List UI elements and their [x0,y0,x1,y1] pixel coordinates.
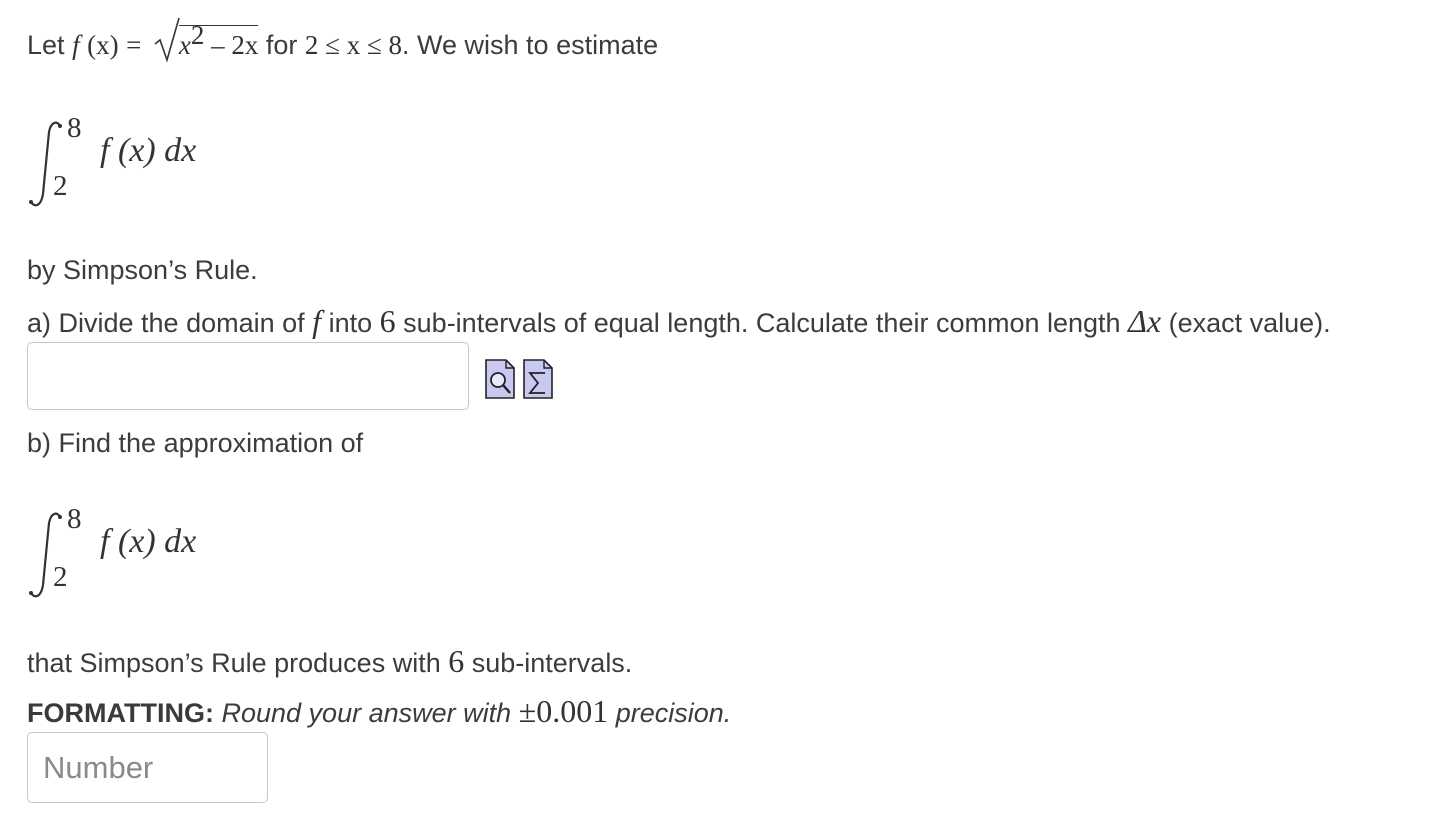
part-a-suffix: (exact value). [1168,308,1331,338]
lower-limit: 2 [53,561,68,593]
problem-statement: Let f (x) = x2 – 2x for 2 ≤ x ≤ 8. We wi… [27,17,659,70]
upper-limit: 8 [67,112,82,144]
part-b-followup: that Simpson’s Rule produces with 6 sub-… [27,640,632,684]
part-a-prefix: a) Divide the domain of [27,308,305,338]
square-root: x2 – 2x [153,17,259,70]
formatting-note: FORMATTING: Round your answer with ±0.00… [27,690,731,734]
let-text: Let [27,30,65,60]
radical-icon [154,17,180,63]
precision-value: ±0.001 [518,693,609,729]
delta-x: Δx [1128,303,1162,339]
lower-limit: 2 [53,170,68,202]
part-b-prompt: b) Find the approximation of [27,428,364,458]
formatting-label: FORMATTING: [27,698,214,728]
equals-sign: = [126,30,142,60]
formatting-text-end: precision. [615,698,732,728]
integrand: f (x) dx [100,523,197,560]
for-text: for [265,30,298,60]
part-a-middle: sub-intervals of equal length. Calculate… [403,308,1121,338]
by-simpson-text: by Simpson’s Rule. [27,255,258,285]
upper-limit: 8 [67,503,82,535]
part-b-answer-input[interactable] [27,732,268,803]
function-f: f [72,30,80,60]
integrand: f (x) dx [100,132,197,169]
part-a-function: f [312,303,322,339]
part-b-after-suffix: sub-intervals. [471,648,633,678]
definite-integral: 8 2 f (x) dx [27,503,267,607]
part-a-into: into [328,308,373,338]
function-arg: (x) [87,30,119,60]
preview-icon[interactable] [484,358,516,400]
part-a-prompt: a) Divide the domain of f into 6 sub-int… [27,300,1331,344]
domain-range: 2 ≤ x ≤ 8 [304,30,403,60]
part-b-after-prefix: that Simpson’s Rule produces with [27,648,441,678]
formatting-text: Round your answer with [221,698,512,728]
equation-editor-icon[interactable] [522,358,554,400]
part-a-count: 6 [379,303,396,339]
radicand: x2 – 2x [178,20,259,60]
part-b-count: 6 [448,643,465,679]
estimate-text: . We wish to estimate [402,30,659,60]
part-a-answer-input[interactable] [27,342,469,410]
definite-integral: 8 2 f (x) dx [27,112,267,216]
